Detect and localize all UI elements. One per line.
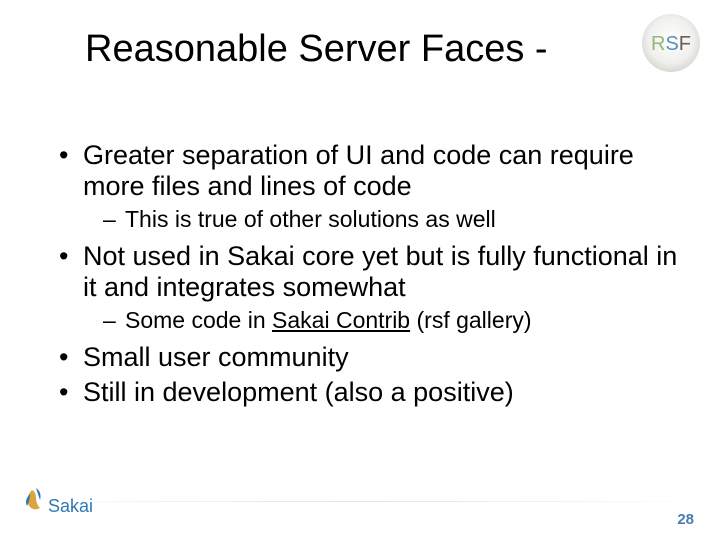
slide-title: Reasonable Server Faces - bbox=[85, 28, 548, 71]
slide: RSF Reasonable Server Faces - Greater se… bbox=[0, 0, 720, 540]
bullet-item: Still in development (also a positive) bbox=[55, 377, 680, 408]
bullet-text-prefix: Some code in bbox=[125, 307, 272, 333]
sakai-contrib-link[interactable]: Sakai Contrib bbox=[272, 307, 410, 333]
bullet-subitem: This is true of other solutions as well bbox=[55, 206, 680, 233]
svg-text:RSF: RSF bbox=[651, 33, 691, 55]
bullet-item: Greater separation of UI and code can re… bbox=[55, 140, 680, 202]
page-number: 28 bbox=[677, 511, 694, 528]
bullet-item: Not used in Sakai core yet but is fully … bbox=[55, 241, 680, 303]
rsf-logo-icon: RSF bbox=[640, 12, 702, 74]
bullet-text-suffix: (rsf gallery) bbox=[410, 307, 531, 333]
sakai-logo-text: Sakai bbox=[48, 496, 93, 516]
sakai-logo-icon: Sakai bbox=[22, 486, 100, 522]
slide-content: Greater separation of UI and code can re… bbox=[55, 140, 680, 413]
bullet-item: Small user community bbox=[55, 342, 680, 373]
footer-divider bbox=[0, 501, 720, 502]
bullet-subitem: Some code in Sakai Contrib (rsf gallery) bbox=[55, 307, 680, 334]
